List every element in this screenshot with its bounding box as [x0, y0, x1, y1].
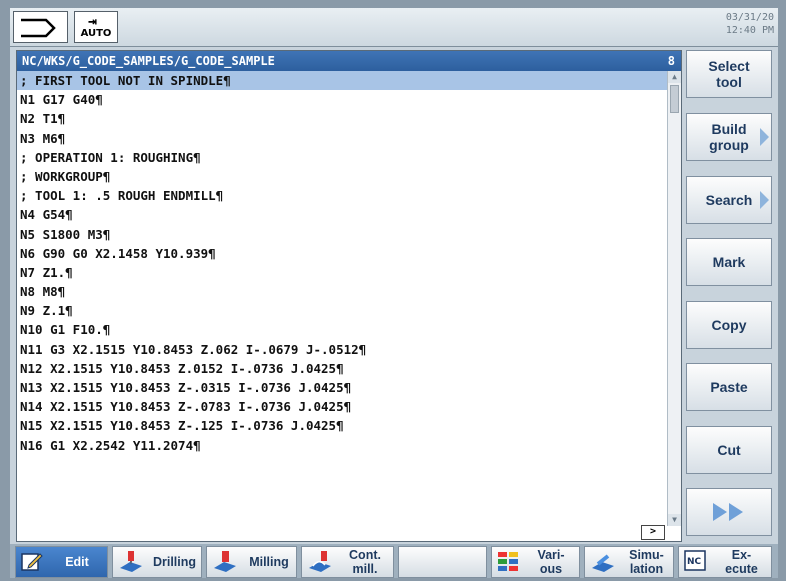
- program-path: NC/WKS/G_CODE_SAMPLES/G_CODE_SAMPLE: [22, 54, 275, 68]
- machine-area-icon: [21, 18, 56, 38]
- softkey-paste[interactable]: Paste: [686, 363, 772, 411]
- top-status-bar: ⇥ AUTO 03/31/20 12:40 PM: [10, 8, 778, 47]
- softkey-build-group[interactable]: Build group: [686, 113, 772, 161]
- various-icon: [497, 550, 519, 575]
- softkey-empty[interactable]: [398, 546, 487, 578]
- code-area[interactable]: ; FIRST TOOL NOT IN SPINDLE¶ N1 G17 G40¶ N…: [17, 71, 667, 526]
- program-path-bar: NC/WKS/G_CODE_SAMPLES/G_CODE_SAMPLE 8: [17, 51, 681, 71]
- softkey-label: Edit: [65, 555, 89, 569]
- drilling-icon: [118, 550, 144, 575]
- code-line[interactable]: N9 Z.1¶: [17, 301, 667, 320]
- scroll-down-icon[interactable]: ▼: [668, 514, 681, 526]
- softkey-label: Select tool: [708, 58, 750, 90]
- softkey-search[interactable]: Search: [686, 176, 772, 224]
- horizontal-softkey-bar: Edit Drilling Milling Cont. mill. Vari- ous S…: [10, 544, 778, 578]
- code-line[interactable]: N8 M8¶: [17, 282, 667, 301]
- channel-number: 8: [667, 54, 675, 68]
- softkey-label: Drilling: [152, 555, 197, 569]
- milling-icon: [212, 550, 238, 575]
- horizontal-scroll-button[interactable]: >: [641, 525, 665, 540]
- softkey-ex-ecute[interactable]: NC Ex- ecute: [678, 546, 772, 578]
- softkey-edit[interactable]: Edit: [15, 546, 108, 578]
- code-line[interactable]: N14 X2.1515 Y10.8453 Z-.0783 I-.0736 J.0…: [17, 397, 667, 416]
- code-line[interactable]: N10 G1 F10.¶: [17, 320, 667, 339]
- time: 12:40 PM: [725, 25, 774, 36]
- softkey-mark[interactable]: Mark: [686, 238, 772, 286]
- softkey-drilling[interactable]: Drilling: [112, 546, 202, 578]
- code-line[interactable]: N13 X2.1515 Y10.8453 Z-.0315 I-.0736 J.0…: [17, 378, 667, 397]
- vertical-scrollbar[interactable]: ▲ ▼: [667, 71, 681, 526]
- softkey-cut[interactable]: Cut: [686, 426, 772, 474]
- softkey-milling[interactable]: Milling: [206, 546, 297, 578]
- softkey-label: Ex- ecute: [725, 548, 758, 576]
- softkey-label: Vari- ous: [537, 548, 565, 576]
- auto-mode-label: AUTO: [80, 28, 112, 39]
- code-line[interactable]: N5 S1800 M3¶: [17, 225, 667, 244]
- edit-icon: [21, 551, 43, 574]
- softkey-select-tool[interactable]: Select tool: [686, 50, 772, 98]
- nc-execute-icon: NC: [684, 549, 708, 575]
- auto-mode-indicator[interactable]: ⇥ AUTO: [74, 11, 118, 43]
- date: 03/31/20: [725, 12, 774, 23]
- softkey-label: Mark: [712, 254, 746, 270]
- softkey-label: Copy: [711, 317, 747, 333]
- double-arrow-right-icon: [713, 503, 743, 521]
- code-line[interactable]: N6 G90 G0 X2.1458 Y10.939¶: [17, 244, 667, 263]
- code-line[interactable]: N16 G1 X2.2542 Y11.2074¶: [17, 436, 667, 455]
- code-line[interactable]: N1 G17 G40¶: [17, 90, 667, 109]
- code-line[interactable]: N15 X2.1515 Y10.8453 Z-.125 I-.0736 J.04…: [17, 416, 667, 435]
- code-line[interactable]: ; WORKGROUP¶: [17, 167, 667, 186]
- softkey-label: Cont. mill.: [349, 548, 381, 576]
- submenu-arrow-icon: [760, 191, 769, 209]
- scroll-thumb[interactable]: [670, 85, 679, 113]
- code-line[interactable]: N4 G54¶: [17, 205, 667, 224]
- softkey-label: Search: [705, 192, 753, 208]
- next-page-softkey[interactable]: [686, 488, 772, 536]
- softkey-label: Build group: [709, 121, 749, 153]
- softkey-copy[interactable]: Copy: [686, 301, 772, 349]
- code-line-selected[interactable]: ; FIRST TOOL NOT IN SPINDLE¶: [17, 71, 667, 91]
- simulation-icon: [590, 550, 616, 575]
- submenu-arrow-icon: [760, 128, 769, 146]
- softkey-label: Cut: [717, 442, 741, 458]
- code-line[interactable]: N12 X2.1515 Y10.8453 Z.0152 I-.0736 J.04…: [17, 359, 667, 378]
- softkey-cont-mill[interactable]: Cont. mill.: [301, 546, 394, 578]
- code-line[interactable]: ; OPERATION 1: ROUGHING¶: [17, 148, 667, 167]
- svg-text:NC: NC: [687, 557, 702, 567]
- operating-area-button[interactable]: [13, 11, 68, 43]
- contour-milling-icon: [307, 550, 333, 575]
- code-line[interactable]: N11 G3 X2.1515 Y10.8453 Z.062 I-.0679 J-…: [17, 340, 667, 359]
- code-line[interactable]: ; TOOL 1: .5 ROUGH ENDMILL¶: [17, 186, 667, 205]
- hmi-screen: ⇥ AUTO 03/31/20 12:40 PM NC/WKS/G_CODE_S…: [10, 8, 778, 578]
- softkey-simu-lation[interactable]: Simu- lation: [584, 546, 674, 578]
- softkey-label: Milling: [249, 555, 289, 569]
- code-line[interactable]: N7 Z1.¶: [17, 263, 667, 282]
- code-line[interactable]: N3 M6¶: [17, 129, 667, 148]
- softkey-label: Paste: [710, 379, 748, 395]
- code-line[interactable]: N2 T1¶: [17, 109, 667, 128]
- scroll-up-icon[interactable]: ▲: [668, 71, 681, 83]
- softkey-label: Simu- lation: [629, 548, 664, 576]
- date-time: 03/31/20 12:40 PM: [726, 11, 774, 37]
- program-editor: NC/WKS/G_CODE_SAMPLES/G_CODE_SAMPLE 8 ; …: [16, 50, 682, 542]
- softkey-vari-ous[interactable]: Vari- ous: [491, 546, 580, 578]
